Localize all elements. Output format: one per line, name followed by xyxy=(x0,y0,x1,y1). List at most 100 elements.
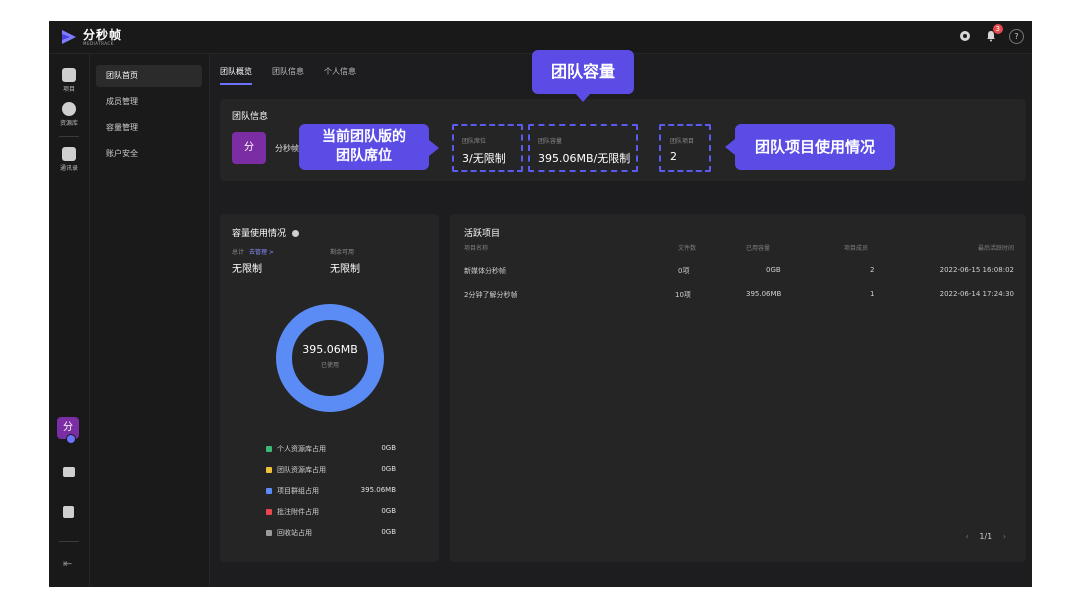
donut-value: 395.06MB xyxy=(302,343,358,356)
last-active-time: 2022-06-15 16:08:02 xyxy=(939,266,1014,274)
legend-dot-icon xyxy=(266,446,272,452)
legend-item: 个人资源库占用 0GB xyxy=(266,444,396,454)
active-projects-panel: 活跃项目 项目名称 文件数 已用容量 项目成员 最后活跃时间 新媒体分秒帧 0项… xyxy=(450,214,1026,562)
donut-label: 已使用 xyxy=(320,362,339,369)
project-name[interactable]: 2分钟了解分秒帧 xyxy=(464,290,517,300)
app-window: 分秒帧 MEDIATRACK 3 ? 项目 资源库 通讯录 分 ⇤ 团队首页 成… xyxy=(49,21,1032,587)
tab-team-info[interactable]: 团队信息 xyxy=(272,66,304,85)
seats-callout: 当前团队版的 团队席位 xyxy=(299,124,429,170)
subnav-item-capacity[interactable]: 容量管理 xyxy=(96,117,202,139)
seats-callout-line1: 当前团队版的 xyxy=(322,129,406,145)
column-header: 文件数 xyxy=(678,245,697,252)
capacity-callout-arrow xyxy=(575,93,591,102)
legend-label: 回收站占用 xyxy=(277,529,312,537)
legend-label: 个人资源库占用 xyxy=(277,445,326,453)
active-projects-title: 活跃项目 xyxy=(464,229,501,239)
tab-bar: 团队概览 团队信息 个人信息 xyxy=(220,66,356,85)
rail-item-label: 项目 xyxy=(62,86,75,93)
remaining-label: 剩余可用 xyxy=(330,249,355,256)
legend-value: 0GB xyxy=(381,465,396,473)
rail-item-label: 资源库 xyxy=(59,120,78,127)
rail-item-label: 通讯录 xyxy=(59,165,78,172)
subnav-item-team-home[interactable]: 团队首页 xyxy=(96,65,202,87)
logo-icon xyxy=(62,30,76,44)
team-name: 分秒帧 xyxy=(275,144,299,153)
file-count: 0项 xyxy=(678,267,690,275)
library-icon xyxy=(62,102,76,116)
project-icon xyxy=(62,68,76,82)
capacity-callout: 团队容量 xyxy=(532,50,634,94)
next-page-icon[interactable]: › xyxy=(1003,532,1006,541)
legend-dot-icon xyxy=(266,467,272,473)
legend-value: 0GB xyxy=(381,444,396,452)
legend-value: 0GB xyxy=(381,528,396,536)
legend-label: 团队资源库占用 xyxy=(277,466,326,474)
status-icon[interactable] xyxy=(957,28,973,44)
top-icons: 3 ? xyxy=(957,24,1024,44)
seats-callout-line2: 团队席位 xyxy=(336,148,392,164)
legend-dot-icon xyxy=(266,488,272,494)
contacts-icon xyxy=(62,147,76,161)
member-count: 1 xyxy=(870,290,875,298)
legend-item: 回收站占用 0GB xyxy=(266,528,396,538)
capacity-highlight-box xyxy=(528,124,638,172)
message-icon[interactable] xyxy=(63,467,75,477)
team-info-title: 团队信息 xyxy=(232,112,269,122)
manage-link[interactable]: 去管理 > xyxy=(249,249,274,256)
used-capacity: 395.06MB xyxy=(746,290,782,298)
prev-page-icon[interactable]: ‹ xyxy=(966,532,969,541)
avatar-status-icon xyxy=(66,434,76,444)
legend-dot-icon xyxy=(266,530,272,536)
seats-highlight-box xyxy=(452,124,523,172)
sub-navigation: 团队首页 成员管理 容量管理 账户安全 xyxy=(90,54,210,587)
projects-callout-arrow xyxy=(725,139,735,155)
capacity-usage-title-text: 容量使用情况 xyxy=(232,229,287,239)
total-value: 无限制 xyxy=(232,264,262,275)
help-icon[interactable]: ? xyxy=(1009,28,1024,44)
column-header: 项目名称 xyxy=(464,245,489,252)
left-rail: 项目 资源库 通讯录 分 ⇤ xyxy=(49,54,90,587)
legend-label: 批注附件占用 xyxy=(277,508,319,516)
last-active-time: 2022-06-14 17:24:30 xyxy=(939,290,1014,298)
legend-item: 团队资源库占用 0GB xyxy=(266,465,396,475)
page-indicator: 1/1 xyxy=(979,532,993,541)
used-capacity: 0GB xyxy=(766,266,781,274)
column-header: 项目成员 xyxy=(844,245,869,252)
legend-value: 395.06MB xyxy=(360,486,396,494)
rail-item-project[interactable]: 项目 xyxy=(49,68,89,93)
legend-value: 0GB xyxy=(381,507,396,515)
pagination: ‹ 1/1 › xyxy=(966,532,1006,541)
column-header: 最后活跃时间 xyxy=(977,245,1014,252)
projects-highlight-box xyxy=(659,124,711,172)
rail-item-library[interactable]: 资源库 xyxy=(49,102,89,127)
total-label: 总计 xyxy=(232,249,245,256)
rail-divider-bottom xyxy=(59,541,79,542)
capacity-usage-panel: 容量使用情况 总计 去管理 > 剩余可用 无限制 无限制 395.06MB 已使… xyxy=(220,214,439,562)
logo-subtitle: MEDIATRACK xyxy=(83,41,114,46)
project-name[interactable]: 新媒体分秒帧 xyxy=(464,266,506,276)
member-count: 2 xyxy=(870,266,875,274)
usage-donut-chart xyxy=(276,304,384,412)
rail-divider xyxy=(59,136,79,137)
total-label-row: 总计 去管理 > xyxy=(232,247,274,256)
subnav-item-members[interactable]: 成员管理 xyxy=(96,91,202,113)
remaining-value: 无限制 xyxy=(330,264,360,275)
seats-callout-arrow xyxy=(429,140,439,156)
file-count: 10项 xyxy=(675,291,691,299)
team-avatar: 分 xyxy=(232,132,266,164)
notification-badge: 3 xyxy=(992,24,1003,34)
legend-dot-icon xyxy=(266,509,272,515)
legend-item: 批注附件占用 0GB xyxy=(266,507,396,517)
info-icon[interactable] xyxy=(291,230,299,237)
collapse-icon[interactable]: ⇤ xyxy=(63,557,72,570)
notification-bell-icon[interactable]: 3 xyxy=(983,24,1003,44)
document-icon[interactable] xyxy=(63,506,74,518)
capacity-usage-title: 容量使用情况 xyxy=(232,226,299,239)
column-header: 已用容量 xyxy=(746,245,771,252)
tab-personal-info[interactable]: 个人信息 xyxy=(324,66,356,85)
tab-team-overview[interactable]: 团队概览 xyxy=(220,66,252,85)
subnav-item-security[interactable]: 账户安全 xyxy=(96,143,202,165)
donut-ring xyxy=(276,304,384,412)
legend-item: 项目群组占用 395.06MB xyxy=(266,486,396,496)
rail-item-contacts[interactable]: 通讯录 xyxy=(49,147,89,172)
